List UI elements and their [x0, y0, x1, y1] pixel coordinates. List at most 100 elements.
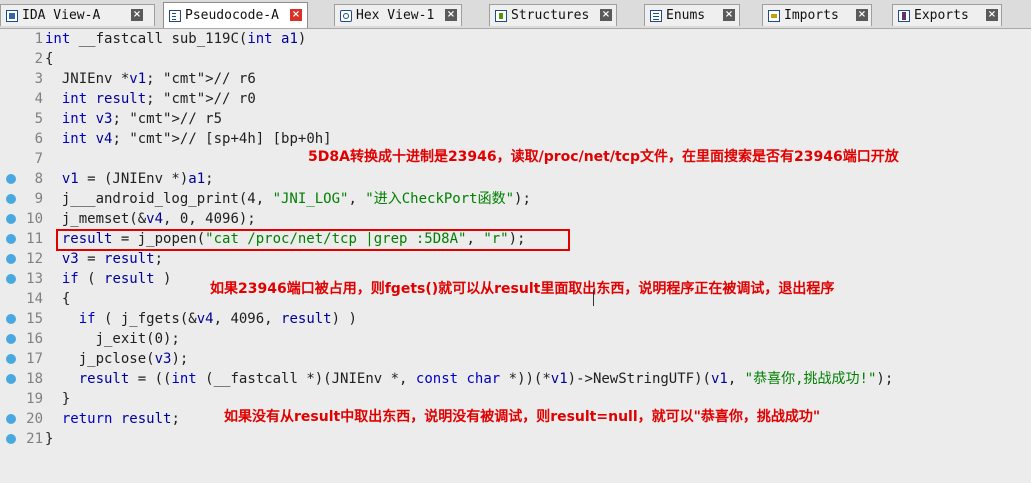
code-line[interactable]: 9 j___android_log_print(4, "JNI_LOG", "进…: [0, 189, 1031, 209]
code-text: int v3; "cmt">// r5: [61, 111, 223, 127]
code-text: result = ((int (__fastcall *)(JNIEnv *, …: [78, 371, 894, 387]
code-text: {: [45, 291, 71, 307]
line-number: 11: [26, 231, 43, 247]
hex-view-icon: [340, 9, 352, 22]
line-number: 10: [26, 211, 43, 227]
tab-structures[interactable]: Structures ×: [489, 4, 617, 26]
code-line[interactable]: 17 j_pclose(v3);: [0, 349, 1031, 369]
line-number: 7: [34, 151, 43, 167]
breakpoint-dot-icon[interactable]: [6, 414, 16, 424]
code-line[interactable]: 1 int __fastcall sub_119C(int a1): [0, 29, 1031, 49]
imports-icon: [768, 9, 780, 22]
code-text: if ( result ): [61, 271, 172, 287]
code-line[interactable]: 10 j_memset(&v4, 0, 4096);: [0, 209, 1031, 229]
breakpoint-dot-icon[interactable]: [6, 314, 16, 324]
tab-label: Exports: [914, 8, 969, 23]
tab-label: Hex View-1: [356, 8, 435, 23]
line-number: 19: [26, 391, 43, 407]
text-cursor: [593, 290, 594, 306]
code-text: }: [45, 391, 71, 407]
exports-icon: [898, 9, 910, 22]
breakpoint-dot-icon[interactable]: [6, 374, 16, 384]
line-number: 3: [34, 71, 43, 87]
code-text: v3 = result;: [61, 251, 164, 267]
code-text: j_pclose(v3);: [45, 351, 189, 367]
line-number: 4: [34, 91, 43, 107]
structures-icon: [495, 9, 507, 22]
line-number: 15: [26, 311, 43, 327]
code-text: j_exit(0);: [45, 331, 180, 347]
breakpoint-dot-icon[interactable]: [6, 254, 16, 264]
breakpoint-dot-icon[interactable]: [6, 334, 16, 344]
tab-label: Structures: [511, 8, 590, 23]
close-icon[interactable]: ×: [290, 9, 302, 21]
tab-enums[interactable]: Enums ×: [644, 4, 740, 26]
code-line[interactable]: 5 int v3; "cmt">// r5: [0, 109, 1031, 129]
close-icon[interactable]: ×: [131, 9, 143, 21]
line-number: 1: [34, 31, 43, 47]
code-text: int __fastcall sub_119C(int a1): [45, 31, 307, 47]
breakpoint-dot-icon[interactable]: [6, 234, 16, 244]
tab-pseudocode-a[interactable]: Pseudocode-A ×: [163, 2, 308, 28]
close-icon[interactable]: ×: [986, 9, 998, 21]
code-text: return result;: [61, 411, 180, 427]
line-number: 20: [26, 411, 43, 427]
code-text: {: [45, 51, 54, 67]
breakpoint-dot-icon[interactable]: [6, 354, 16, 364]
line-number: 5: [34, 111, 43, 127]
code-line[interactable]: 3 JNIEnv *v1; "cmt">// r6: [0, 69, 1031, 89]
annotation-fgets: 如果23946端口被占用，则fgets()就可以从result里面取出东西，说明…: [210, 281, 835, 297]
tab-bar: IDA View-A × Pseudocode-A × Hex View-1 ×…: [0, 0, 1031, 29]
close-icon[interactable]: ×: [600, 9, 612, 21]
ida-view-icon: [6, 9, 18, 22]
close-icon[interactable]: ×: [445, 9, 457, 21]
code-text: j___android_log_print(4, "JNI_LOG", "进入C…: [45, 191, 531, 207]
tab-label: IDA View-A: [22, 8, 101, 23]
line-number: 2: [34, 51, 43, 67]
tab-imports[interactable]: Imports ×: [762, 4, 872, 26]
line-number: 21: [26, 431, 43, 447]
code-line[interactable]: 21}: [0, 429, 1031, 449]
code-line[interactable]: 12 v3 = result;: [0, 249, 1031, 269]
line-number: 6: [34, 131, 43, 147]
annotation-result-null: 如果没有从result中取出东西，说明没有被调试，则result=null，就可…: [224, 409, 821, 425]
code-text: v1 = (JNIEnv *)a1;: [61, 171, 214, 187]
tab-label: Pseudocode-A: [185, 8, 279, 23]
close-icon[interactable]: ×: [723, 9, 735, 21]
breakpoint-dot-icon[interactable]: [6, 194, 16, 204]
code-line[interactable]: 2{: [0, 49, 1031, 69]
tab-label: Enums: [666, 8, 706, 23]
close-icon[interactable]: ×: [856, 9, 868, 21]
line-number: 16: [26, 331, 43, 347]
line-number: 12: [26, 251, 43, 267]
enums-icon: [650, 9, 662, 22]
line-number: 9: [34, 191, 43, 207]
code-line[interactable]: 16 j_exit(0);: [0, 329, 1031, 349]
code-text: if ( j_fgets(&v4, 4096, result) ): [78, 311, 357, 327]
code-line[interactable]: 4 int result; "cmt">// r0: [0, 89, 1031, 109]
annotation-popen: 5D8A转换成十进制是23946，读取/proc/net/tcp文件，在里面搜索…: [308, 149, 899, 165]
code-line[interactable]: 8 v1 = (JNIEnv *)a1;: [0, 169, 1031, 189]
tab-hex-view-1[interactable]: Hex View-1 ×: [334, 4, 462, 26]
line-number: 13: [26, 271, 43, 287]
line-number: 14: [26, 291, 43, 307]
code-text: int result; "cmt">// r0: [61, 91, 256, 107]
breakpoint-dot-icon[interactable]: [6, 434, 16, 444]
code-line[interactable]: 15 if ( j_fgets(&v4, 4096, result) ): [0, 309, 1031, 329]
tab-exports[interactable]: Exports ×: [892, 4, 1002, 26]
code-text: int v4; "cmt">// [sp+4h] [bp+0h]: [61, 131, 332, 147]
highlight-box: [56, 229, 570, 251]
breakpoint-dot-icon[interactable]: [6, 214, 16, 224]
line-number: 17: [26, 351, 43, 367]
tab-label: Imports: [784, 8, 839, 23]
code-text: JNIEnv *v1; "cmt">// r6: [45, 71, 256, 87]
pseudocode-icon: [169, 9, 181, 22]
breakpoint-dot-icon[interactable]: [6, 274, 16, 284]
breakpoint-dot-icon[interactable]: [6, 174, 16, 184]
code-line[interactable]: 18 result = ((int (__fastcall *)(JNIEnv …: [0, 369, 1031, 389]
code-text: }: [45, 431, 54, 447]
tab-ida-view-a[interactable]: IDA View-A ×: [0, 4, 155, 26]
code-text: j_memset(&v4, 0, 4096);: [45, 211, 256, 227]
line-number: 18: [26, 371, 43, 387]
line-number: 8: [34, 171, 43, 187]
